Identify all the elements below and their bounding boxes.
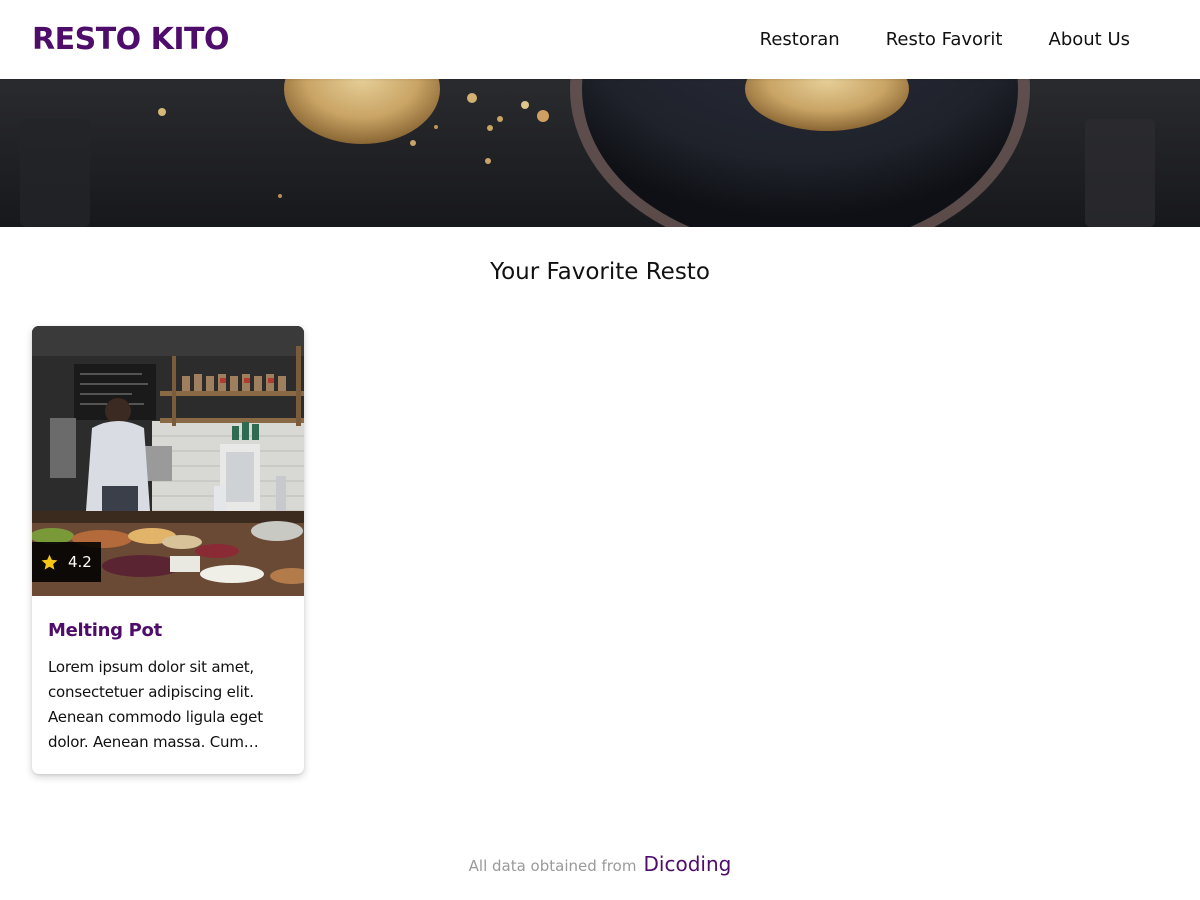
hero-illustration (0, 79, 1200, 227)
nav-restoran[interactable]: Restoran (760, 29, 840, 50)
hero-image (0, 79, 1200, 227)
star-icon (41, 554, 58, 570)
app-bar: RESTO KITO Restoran Resto Favorit About … (0, 0, 1200, 79)
nav-resto-favorit[interactable]: Resto Favorit (886, 29, 1003, 50)
restaurant-image: 4.2 (32, 326, 304, 596)
restaurant-description: Lorem ipsum dolor sit amet, consectetuer… (48, 658, 263, 751)
footer-dicoding-link[interactable]: Dicoding (644, 852, 732, 876)
footer-text: All data obtained from (468, 857, 637, 875)
rating-value: 4.2 (68, 553, 92, 571)
footer: All data obtained from Dicoding (0, 852, 1200, 876)
restaurant-name-link[interactable]: Melting Pot (48, 620, 288, 641)
restaurant-card[interactable]: 4.2 Melting Pot Lorem ipsum dolor sit am… (32, 326, 304, 774)
rating-badge: 4.2 (32, 542, 101, 582)
card-body: Melting Pot Lorem ipsum dolor sit amet, … (32, 596, 304, 755)
main-nav: Restoran Resto Favorit About Us (760, 0, 1130, 79)
section-title: Your Favorite Resto (490, 259, 710, 285)
brand-logo[interactable]: RESTO KITO (32, 22, 230, 57)
nav-about-us[interactable]: About Us (1049, 29, 1131, 50)
